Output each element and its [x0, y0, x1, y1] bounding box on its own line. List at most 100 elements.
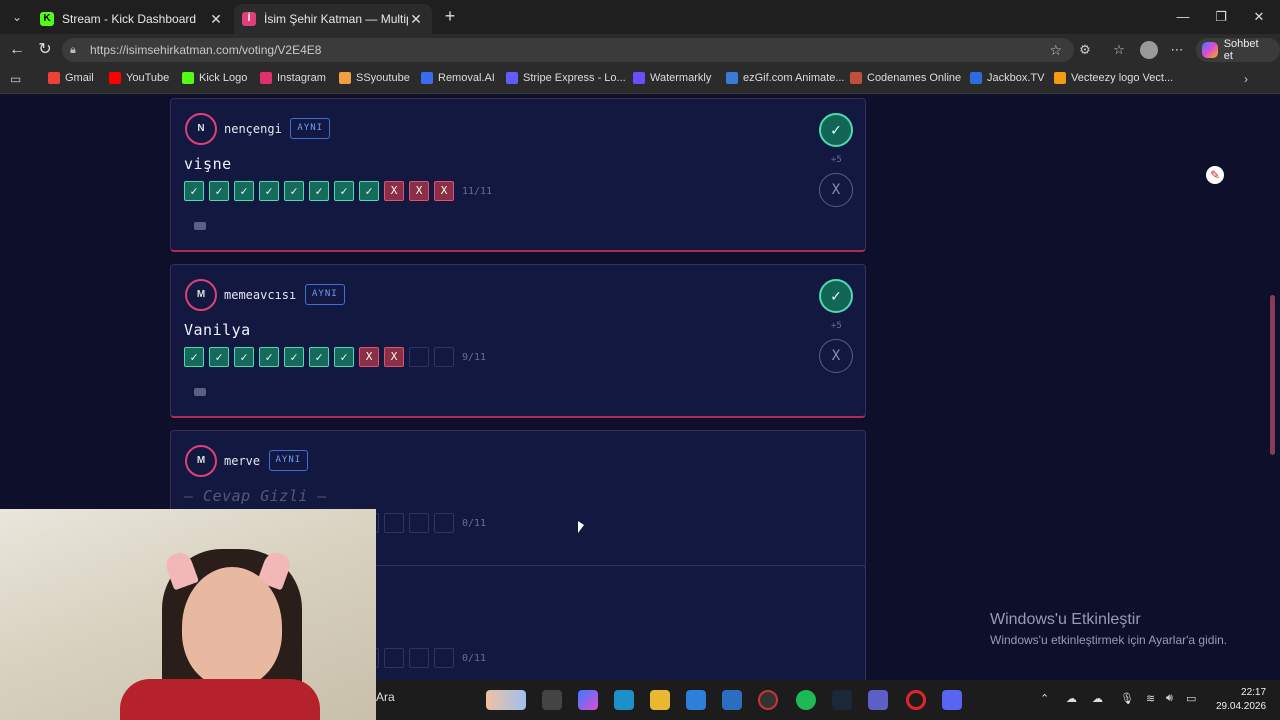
bookmark-kick[interactable]: Kick Logo — [182, 72, 247, 84]
back-arrow-icon[interactable]: ← — [6, 39, 28, 61]
windows-taskbar: Ara ⌃ ☁ ☁ 🎙︎ ≋ 🔊︎ ▭ 22:17 29.04.2026 — [376, 680, 1280, 720]
more-bookmarks-chevron-icon[interactable]: › — [1244, 72, 1248, 86]
windows-activation-notice: Windows'u Etkinleştir Windows'u etkinleş… — [990, 611, 1227, 647]
bookmark-removal-ai[interactable]: Removal.AI — [421, 72, 495, 84]
pen-icon[interactable]: ✎ — [1206, 166, 1224, 184]
reject-vote-button[interactable]: X — [819, 339, 853, 373]
more-menu-icon[interactable]: ⋯ — [1168, 41, 1186, 59]
kick-icon: K — [40, 12, 54, 26]
new-tab-plus-icon[interactable]: + — [440, 6, 460, 26]
bookmark-vecteezy[interactable]: Vecteezy logo Vect... — [1054, 72, 1173, 84]
vote-box-empty — [434, 648, 454, 668]
vote-box-approved: ✓ — [309, 181, 329, 201]
vote-box-rejected: X — [409, 181, 429, 201]
vote-box-approved: ✓ — [359, 181, 379, 201]
onedrive-icon[interactable]: ☁ — [1066, 692, 1077, 705]
vote-box-approved: ✓ — [209, 347, 229, 367]
bookmark-youtube[interactable]: YouTube — [109, 72, 169, 84]
close-window-icon[interactable]: ✕ — [1244, 6, 1274, 28]
url-text[interactable]: https://isimsehirkatman.com/voting/V2E4E… — [90, 43, 321, 57]
edge-icon[interactable] — [614, 690, 634, 710]
vote-box-empty — [434, 347, 454, 367]
vote-boxes: ✓ ✓ ✓ ✓ ✓ ✓ ✓ X X 9/11 — [184, 347, 486, 367]
discord-icon[interactable] — [942, 690, 962, 710]
player-avatar: M — [185, 445, 217, 477]
bookmark-label: Watermarkly — [650, 72, 712, 84]
vote-boxes: ✓ ✓ ✓ ✓ ✓ ✓ ✓ ✓ X X X 11/11 — [184, 181, 492, 201]
answer-card: Mmemeavcısı AYNI Vanilya ✓ ✓ ✓ ✓ ✓ ✓ ✓ X X 9/11 ✓ +5 X — [170, 264, 866, 418]
tab-kick-dashboard[interactable]: K Stream - Kick Dashboard ✕ — [32, 4, 232, 34]
teams-icon[interactable] — [868, 690, 888, 710]
favorite-star-icon[interactable]: ☆ — [1049, 42, 1062, 59]
task-view-icon[interactable] — [542, 690, 562, 710]
bookmark-label: Vecteezy logo Vect... — [1071, 72, 1174, 84]
vote-box-rejected: X — [359, 347, 379, 367]
player-avatar: N — [185, 113, 217, 145]
player-username: merve — [224, 454, 261, 468]
vote-box-approved: ✓ — [184, 181, 204, 201]
accept-vote-button[interactable]: ✓ — [819, 113, 853, 147]
steam-icon[interactable] — [832, 690, 852, 710]
store-icon[interactable] — [686, 690, 706, 710]
close-tab-icon[interactable]: ✕ — [408, 11, 424, 28]
ezgif-icon — [726, 72, 738, 84]
tab-isim-sehir-katman[interactable]: İ İsim Şehir Katman — Multiplayer İ ✕ — [234, 4, 432, 34]
scrollbar-thumb[interactable] — [1270, 295, 1275, 455]
cloud-sync-icon[interactable]: ☁ — [1092, 692, 1103, 705]
spotify-icon[interactable] — [796, 690, 816, 710]
kick-icon — [182, 72, 194, 84]
tray-chevron-icon[interactable]: ⌃ — [1040, 692, 1049, 705]
microphone-icon[interactable]: 🎙︎ — [1120, 692, 1134, 705]
favorites-icon[interactable]: ☆ — [1110, 41, 1128, 59]
reject-vote-button[interactable]: X — [819, 173, 853, 207]
bookmark-jackbox[interactable]: Jackbox.TV — [970, 72, 1044, 84]
tab-title: Stream - Kick Dashboard — [62, 12, 197, 26]
profile-avatar[interactable] — [1140, 41, 1158, 59]
vote-count: 0/11 — [462, 517, 487, 529]
opera-icon[interactable] — [906, 690, 926, 710]
accept-vote-button[interactable]: ✓ — [819, 279, 853, 313]
vote-box-approved: ✓ — [284, 347, 304, 367]
player-answer: — Cevap Gizli — — [184, 487, 327, 505]
bookmark-gmail[interactable]: Gmail — [48, 72, 94, 84]
bookmark-ssyoutube[interactable]: SSyoutube — [339, 72, 410, 84]
outlook-icon[interactable] — [722, 690, 742, 710]
minimize-icon[interactable]: — — [1168, 6, 1198, 28]
bookmarks-menu-icon[interactable]: ▭ — [10, 72, 21, 86]
vote-box-rejected: X — [384, 347, 404, 367]
vote-count: 9/11 — [462, 351, 487, 363]
tab-actions-chevron-icon[interactable]: ⌄ — [6, 6, 28, 28]
url-bar[interactable]: 🔒︎ https://isimsehirkatman.com/voting/V2… — [62, 38, 1074, 62]
address-toolbar: ← ↻ 🔒︎ https://isimsehirkatman.com/votin… — [0, 34, 1280, 66]
player-avatar: M — [185, 279, 217, 311]
bookmark-watermarkly[interactable]: Watermarkly — [633, 72, 711, 84]
bookmark-ezgif[interactable]: ezGif.com Animate... — [726, 72, 844, 84]
volume-icon[interactable]: 🔊︎ — [1166, 692, 1173, 705]
vote-box-approved: ✓ — [259, 181, 279, 201]
maximize-icon[interactable]: ❐ — [1206, 6, 1236, 28]
same-answer-badge: AYNI — [290, 118, 331, 139]
battery-icon[interactable]: ▭ — [1186, 692, 1196, 705]
wifi-icon[interactable]: ≋ — [1146, 692, 1155, 705]
copilot-app-icon[interactable] — [578, 690, 598, 710]
instagram-icon — [260, 72, 272, 84]
obs-icon[interactable] — [758, 690, 778, 710]
file-explorer-icon[interactable] — [650, 690, 670, 710]
keyboard-icon — [194, 222, 206, 230]
taskbar-search[interactable]: Ara — [376, 690, 395, 704]
system-clock[interactable]: 22:17 29.04.2026 — [1216, 686, 1266, 714]
bookmark-stripe[interactable]: Stripe Express - Lo... — [506, 72, 626, 84]
removal-ai-icon — [421, 72, 433, 84]
vote-box-empty — [409, 648, 429, 668]
youtube-icon — [109, 72, 121, 84]
refresh-icon[interactable]: ↻ — [34, 39, 56, 61]
bookmark-instagram[interactable]: Instagram — [260, 72, 326, 84]
vote-box-rejected: X — [384, 181, 404, 201]
keyboard-icon — [194, 388, 206, 396]
extensions-puzzle-icon[interactable]: ⚙ — [1076, 41, 1094, 59]
copilot-button[interactable]: Sohbet et — [1196, 38, 1280, 62]
mouse-cursor — [578, 521, 584, 533]
close-tab-icon[interactable]: ✕ — [208, 11, 224, 28]
widgets-icon[interactable] — [486, 690, 526, 710]
bookmark-codenames[interactable]: Codenames Online — [850, 72, 961, 84]
